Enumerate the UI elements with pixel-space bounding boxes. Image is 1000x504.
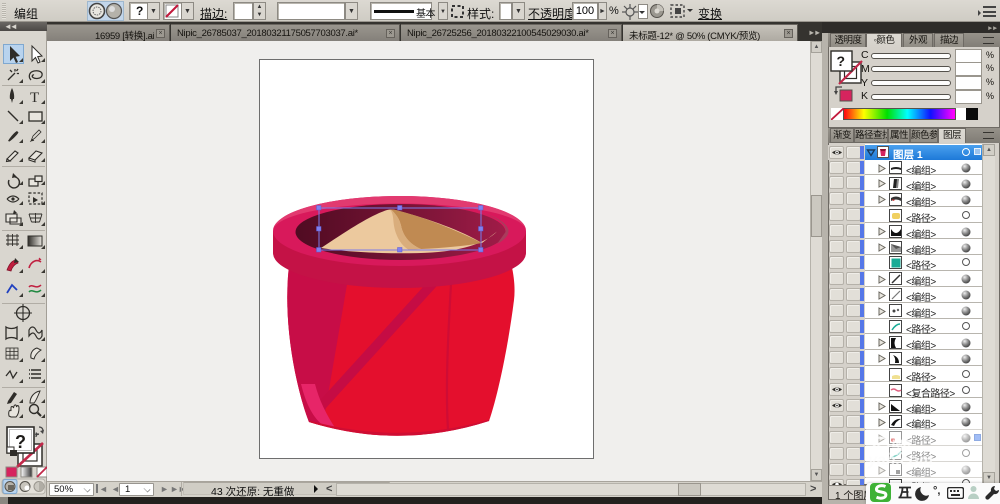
svg-text:?: ?	[15, 432, 26, 452]
svg-text:?: ?	[837, 53, 846, 69]
svg-text:T: T	[30, 90, 39, 106]
